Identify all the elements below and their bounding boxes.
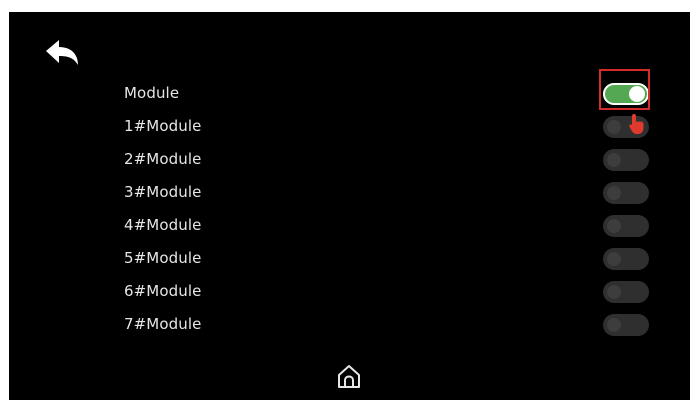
toggle-knob [607, 285, 621, 299]
toggle-knob [607, 186, 621, 200]
module-row: 5#Module [9, 242, 690, 275]
module-row: 7#Module [9, 308, 690, 341]
toggle-knob [607, 219, 621, 233]
module-row: 1#Module [9, 110, 690, 143]
hand-pointer-icon [629, 114, 644, 134]
module-toggle[interactable] [603, 248, 649, 270]
module-label: 2#Module [124, 150, 202, 168]
highlight-frame [599, 69, 650, 110]
module-toggle[interactable] [603, 149, 649, 171]
module-label: 4#Module [124, 216, 202, 234]
module-label: 5#Module [124, 249, 202, 267]
module-row: Module [9, 77, 690, 110]
module-toggle[interactable] [603, 314, 649, 336]
back-arrow-icon [46, 40, 78, 65]
module-label: 7#Module [124, 315, 202, 333]
module-label: 3#Module [124, 183, 202, 201]
module-list: Module 1#Module 2#Module 3#Module 4#Modu [9, 77, 690, 341]
module-toggle[interactable] [603, 215, 649, 237]
module-row: 6#Module [9, 275, 690, 308]
module-label: 6#Module [124, 282, 202, 300]
module-row: 3#Module [9, 176, 690, 209]
device-screen: Module 1#Module 2#Module 3#Module 4#Modu [9, 12, 690, 400]
module-label: Module [124, 84, 180, 102]
home-icon [338, 365, 360, 388]
toggle-knob [607, 252, 621, 266]
home-button[interactable] [335, 362, 363, 390]
toggle-knob [607, 120, 621, 134]
module-toggle[interactable] [603, 281, 649, 303]
back-button[interactable] [42, 37, 82, 73]
module-row: 2#Module [9, 143, 690, 176]
module-row: 4#Module [9, 209, 690, 242]
module-label: 1#Module [124, 117, 202, 135]
toggle-knob [607, 153, 621, 167]
toggle-knob [607, 318, 621, 332]
module-toggle[interactable] [603, 182, 649, 204]
